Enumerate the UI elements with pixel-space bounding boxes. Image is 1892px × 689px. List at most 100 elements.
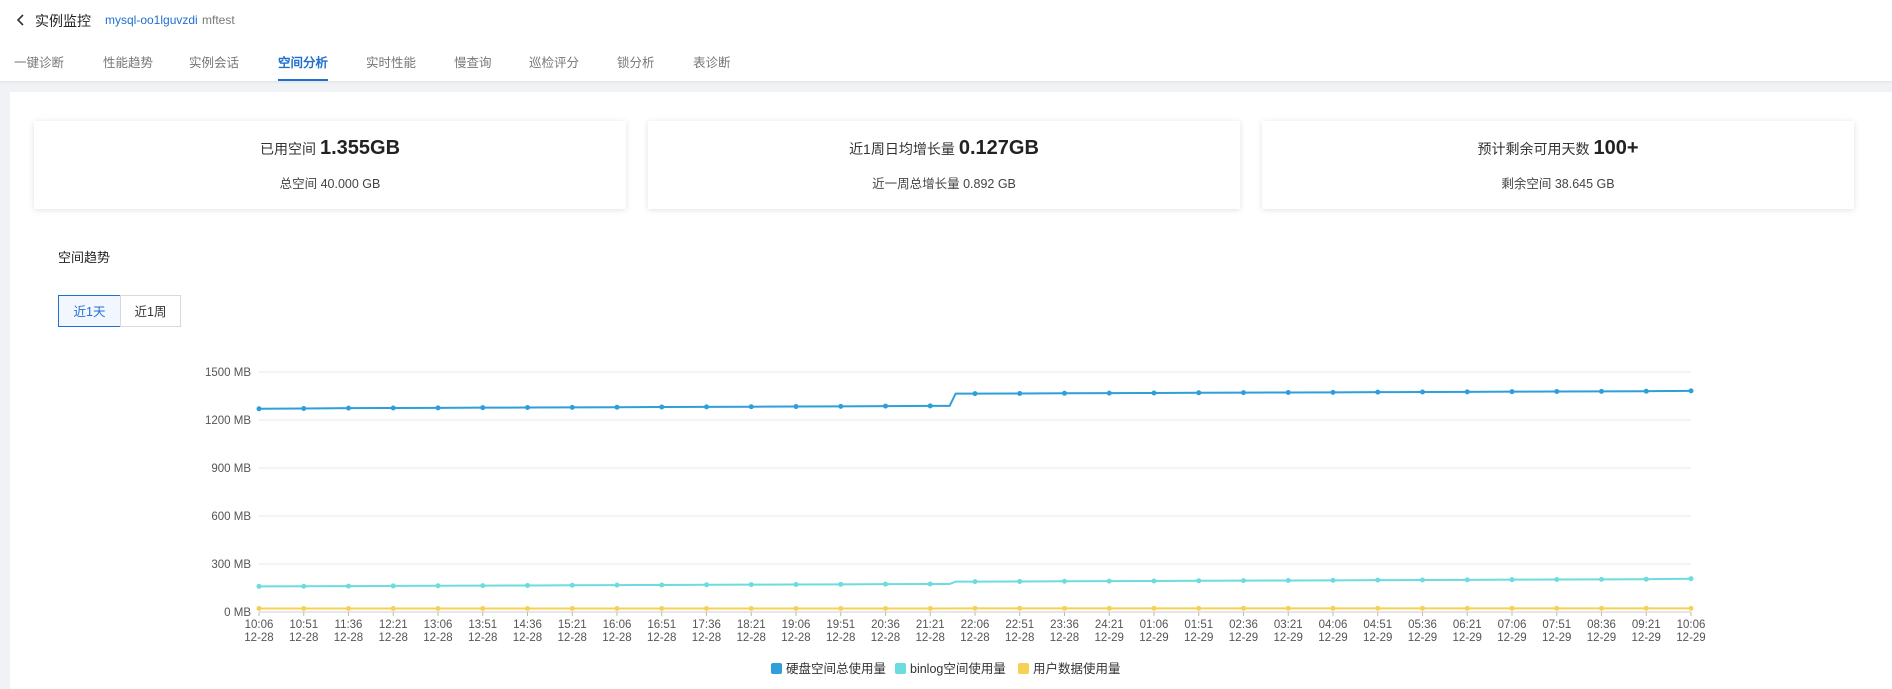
x-tick-label-date: 12-29	[1139, 632, 1168, 644]
legend-disk-swatch	[771, 663, 782, 674]
y-tick-label: 1500 MB	[205, 367, 251, 379]
x-tick-label-time: 07:06	[1498, 619, 1527, 631]
series-point-2	[748, 605, 754, 611]
tab-table-diagnosis[interactable]: 表诊断	[693, 52, 731, 81]
series-point-2	[1106, 605, 1112, 611]
x-tick-label-time: 13:06	[424, 619, 453, 631]
tab-one-click-diagnosis[interactable]: 一键诊断	[14, 52, 64, 81]
series-point-2	[659, 605, 665, 611]
tab-instance-sessions[interactable]: 实例会话	[189, 52, 239, 81]
instance-id: mysql-oo1lguvzdi	[105, 13, 198, 27]
x-tick-label-date: 12-29	[1318, 632, 1347, 644]
series-point-0	[1420, 389, 1425, 395]
legend-disk[interactable]: 硬盘空间总使用量	[771, 658, 886, 677]
x-tick-label-time: 02:36	[1229, 619, 1258, 631]
series-point-0	[1464, 389, 1470, 395]
x-tick-label-date: 12-29	[1363, 632, 1392, 644]
series-point-2	[1285, 605, 1291, 611]
legend-disk-label: 硬盘空间总使用量	[786, 662, 887, 676]
x-tick-label-time: 04:51	[1363, 619, 1392, 631]
series-point-1	[1151, 578, 1157, 584]
series-point-0	[256, 406, 262, 412]
series-point-2	[301, 605, 307, 611]
series-point-1	[1330, 577, 1336, 583]
x-tick-label-date: 12-28	[289, 632, 318, 644]
series-point-1	[256, 583, 262, 589]
x-tick-label-time: 22:51	[1005, 619, 1034, 631]
series-point-1	[704, 582, 709, 588]
series-point-2	[1196, 605, 1202, 611]
series-point-0	[927, 403, 933, 409]
x-tick-label-date: 12-28	[960, 632, 989, 644]
x-tick-label-date: 12-29	[1408, 632, 1437, 644]
series-point-1	[927, 581, 933, 587]
series-point-0	[614, 404, 620, 410]
legend-user-data-swatch	[1018, 663, 1029, 674]
daily-growth-value: 0.127GB	[958, 137, 1039, 159]
series-point-2	[346, 605, 351, 611]
x-tick-label-date: 12-28	[423, 632, 452, 644]
legend-binlog-label: binlog空间使用量	[910, 662, 1006, 676]
series-point-2	[390, 605, 396, 611]
tab-slow-query[interactable]: 慢查询	[454, 52, 492, 81]
x-tick-label-date: 12-28	[871, 632, 900, 644]
tab-performance-trend[interactable]: 性能趋势	[103, 52, 153, 81]
x-tick-label-date: 12-29	[1587, 632, 1616, 644]
x-tick-label-time: 20:36	[871, 619, 900, 631]
x-tick-label-time: 21:21	[916, 619, 945, 631]
x-tick-label-time: 07:51	[1542, 619, 1571, 631]
x-tick-label-date: 12-29	[1676, 632, 1705, 644]
x-tick-label-date: 12-28	[826, 632, 855, 644]
series-point-2	[793, 605, 799, 611]
tab-space-analysis[interactable]: 空间分析	[278, 52, 329, 81]
series-point-1	[972, 579, 978, 585]
tab-lock-analysis[interactable]: 锁分析	[617, 52, 655, 81]
series-point-0	[1151, 390, 1157, 396]
x-tick-label-date: 12-29	[1497, 632, 1526, 644]
series-point-0	[838, 403, 844, 409]
series-point-1	[1375, 577, 1381, 583]
x-tick-label-time: 05:36	[1408, 619, 1437, 631]
series-point-2	[883, 605, 888, 611]
x-tick-label-time: 03:21	[1274, 619, 1303, 631]
x-tick-label-date: 12-28	[602, 632, 631, 644]
legend-binlog-swatch	[895, 663, 906, 674]
series-point-1	[1643, 576, 1649, 582]
x-tick-label-date: 12-29	[1095, 632, 1124, 644]
legend-user-data[interactable]: 用户数据使用量	[1018, 658, 1121, 677]
series-point-2	[972, 605, 978, 611]
series-point-2	[480, 605, 486, 611]
series-point-0	[1509, 389, 1515, 395]
range-1-week-button[interactable]: 近1周	[120, 295, 181, 327]
x-tick-label-date: 12-28	[737, 632, 766, 644]
y-tick-label: 300 MB	[211, 559, 251, 571]
x-tick-label-date: 12-29	[1632, 632, 1661, 644]
series-point-2	[1375, 605, 1381, 611]
used-space-card: 已用空间 1.355GB 总空间 40.000 GB	[34, 121, 626, 209]
daily-growth-card: 近1周日均增长量 0.127GB 近一周总增长量 0.892 GB	[648, 121, 1240, 209]
series-point-1	[525, 582, 530, 588]
series-point-1	[748, 582, 754, 588]
series-point-2	[838, 605, 844, 611]
series-point-1	[838, 581, 844, 587]
x-tick-label-date: 12-28	[1005, 632, 1034, 644]
space-trend-chart: 0 MB 300 MB 600 MB 900 MB 1200 MB 1500 MB 10:0…	[205, 367, 1706, 644]
x-tick-label-date: 12-28	[513, 632, 542, 644]
series-point-1	[1509, 577, 1515, 583]
y-tick-label: 1200 MB	[205, 415, 251, 427]
legend-binlog[interactable]: binlog空间使用量	[895, 658, 1006, 677]
space-trend-title: 空间趋势	[58, 250, 111, 265]
tab-realtime-performance[interactable]: 实时性能	[366, 52, 416, 81]
range-1-day-button[interactable]: 近1天	[58, 295, 121, 327]
x-tick-label-time: 08:36	[1587, 619, 1616, 631]
x-tick-label-date: 12-28	[334, 632, 363, 644]
series-point-2	[569, 605, 575, 611]
x-tick-label-time: 24:21	[1095, 619, 1124, 631]
series-point-2	[1017, 605, 1023, 611]
tab-inspection-score[interactable]: 巡检评分	[529, 52, 579, 81]
y-tick-label: 0 MB	[224, 607, 251, 619]
daily-growth-label: 近1周日均增长量	[849, 141, 955, 157]
x-tick-label-time: 22:06	[961, 619, 990, 631]
series-point-0	[793, 404, 799, 410]
back-arrow-icon[interactable]	[14, 12, 28, 28]
